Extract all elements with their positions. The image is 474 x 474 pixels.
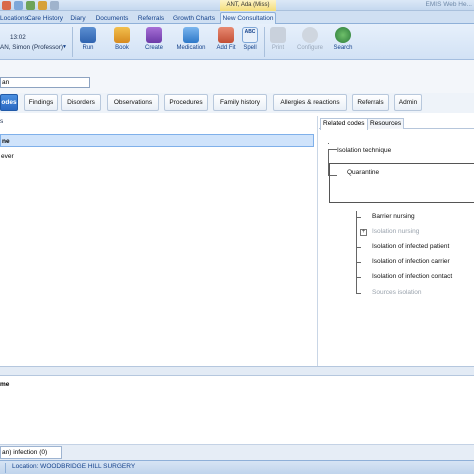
ribbon: 13:02 AN, Simon (Professor) ▼ Run Book C… [0, 24, 474, 60]
dropdown-icon[interactable] [50, 1, 59, 10]
tab-codes[interactable]: odes [0, 94, 18, 111]
document-tab[interactable]: an) infection (0) [0, 446, 62, 459]
add-fit-icon [218, 27, 234, 43]
tab-resources[interactable]: Resources [367, 118, 405, 129]
tree-line [328, 143, 329, 144]
add-fit-label: Add Fit [216, 45, 236, 51]
tree-child-node[interactable]: Barrier nursing [372, 213, 415, 220]
splitter-bar[interactable] [0, 366, 474, 376]
tree-line [356, 247, 361, 248]
undo-icon[interactable] [26, 1, 35, 10]
tree-child-node[interactable]: Sources isolation [372, 289, 422, 296]
detail-label: me [0, 381, 10, 388]
save-icon[interactable] [14, 1, 23, 10]
tree-child-node[interactable]: Isolation of infection carrier [372, 258, 450, 265]
tab-diary[interactable]: Diary [68, 13, 88, 24]
tab-allergies-reactions[interactable]: Allergies & reactions [273, 94, 347, 111]
tree-child-node[interactable]: Isolation of infected patient [372, 243, 449, 250]
spell-button[interactable]: ABC Spell [240, 27, 260, 59]
tab-referrals[interactable]: Referrals [135, 13, 167, 24]
create-icon [146, 27, 162, 43]
tree-line [356, 217, 361, 218]
related-codes-pane: Related codes Resources Isolation techni… [319, 116, 474, 366]
detail-pane: me [0, 376, 474, 444]
list-item[interactable]: ever [0, 150, 314, 163]
medication-button[interactable]: Medication [174, 27, 208, 59]
tree-line [356, 211, 357, 293]
mail-icon[interactable] [2, 1, 11, 10]
spell-label: Spell [243, 45, 257, 51]
book-label: Book [115, 45, 129, 51]
tab-admin[interactable]: Admin [394, 94, 422, 111]
globe-search-icon [335, 27, 351, 43]
ribbon-separator [264, 27, 265, 57]
tab-care-history[interactable]: Care History [26, 13, 64, 24]
create-label: Create [144, 45, 163, 51]
tab-disorders[interactable]: Disorders [61, 94, 101, 111]
status-location: Location: WOODBRIDGE HILL SURGERY [12, 463, 136, 470]
tab-observations[interactable]: Observations [107, 94, 159, 111]
run-button[interactable]: Run [78, 27, 98, 59]
expand-plus-icon[interactable]: + [360, 229, 367, 236]
tree-child-node[interactable]: Isolation of infection contact [372, 273, 452, 280]
search-input[interactable]: an [0, 77, 90, 88]
tree-line [356, 293, 361, 294]
clinician-name[interactable]: AN, Simon (Professor) [0, 44, 63, 51]
search-label: Search [333, 45, 353, 51]
tree-line [356, 277, 361, 278]
run-label: Run [82, 45, 94, 51]
status-separator [5, 463, 6, 473]
spell-check-icon: ABC [242, 27, 258, 43]
tree-child-node[interactable]: Isolation nursing [372, 228, 419, 235]
print-button[interactable]: Print [268, 27, 288, 59]
printer-icon [270, 27, 286, 43]
related-tabs: Related codes Resources [319, 118, 474, 130]
tree-selected-node[interactable]: Quarantine [347, 169, 379, 176]
contextual-tab-title: ANT, Ada (Miss) [220, 0, 276, 11]
app-title: EMIS Web He... [425, 1, 472, 8]
list-item[interactable]: ne [0, 134, 314, 147]
medication-label: Medication [176, 45, 206, 51]
gear-icon [302, 27, 318, 43]
search-row: an [0, 60, 474, 93]
lock-icon[interactable] [38, 1, 47, 10]
book-button[interactable]: Book [110, 27, 134, 59]
tab-growth-charts[interactable]: Growth Charts [170, 13, 218, 24]
ribbon-tabs: Locations Care History Diary Documents R… [0, 11, 474, 25]
add-fit-button[interactable]: Add Fit [214, 27, 238, 59]
medication-icon [183, 27, 199, 43]
run-icon [80, 27, 96, 43]
tree-parent-node[interactable]: Isolation technique [337, 147, 391, 154]
tab-findings[interactable]: Findings [24, 94, 58, 111]
print-label: Print [271, 45, 285, 51]
configure-button[interactable]: Configure [295, 27, 325, 59]
tab-procedures[interactable]: Procedures [164, 94, 208, 111]
ribbon-separator [72, 27, 73, 57]
tab-documents[interactable]: Documents [93, 13, 131, 24]
tab-related-codes[interactable]: Related codes [320, 118, 368, 130]
book-icon [114, 27, 130, 43]
configure-label: Configure [296, 45, 323, 51]
title-bar: ANT, Ada (Miss) EMIS Web He... [0, 0, 474, 11]
create-button[interactable]: Create [141, 27, 167, 59]
results-header: s [0, 118, 4, 125]
consultation-time: 13:02 [10, 34, 26, 41]
document-tab-strip: an) infection (0) [0, 444, 474, 460]
tree-line [328, 149, 337, 150]
search-button[interactable]: Search [331, 27, 355, 59]
tab-referrals-category[interactable]: Referrals [352, 94, 389, 111]
results-pane: s ne ever [0, 116, 318, 366]
chevron-down-icon[interactable]: ▼ [62, 44, 67, 50]
tab-locations[interactable]: Locations [0, 13, 28, 24]
status-bar: Location: WOODBRIDGE HILL SURGERY [0, 460, 474, 474]
tab-family-history[interactable]: Family history [213, 94, 267, 111]
tree-line [356, 262, 361, 263]
category-tabs: odes Findings Disorders Observations Pro… [0, 93, 474, 113]
patient-info: 13:02 AN, Simon (Professor) ▼ [0, 26, 72, 56]
